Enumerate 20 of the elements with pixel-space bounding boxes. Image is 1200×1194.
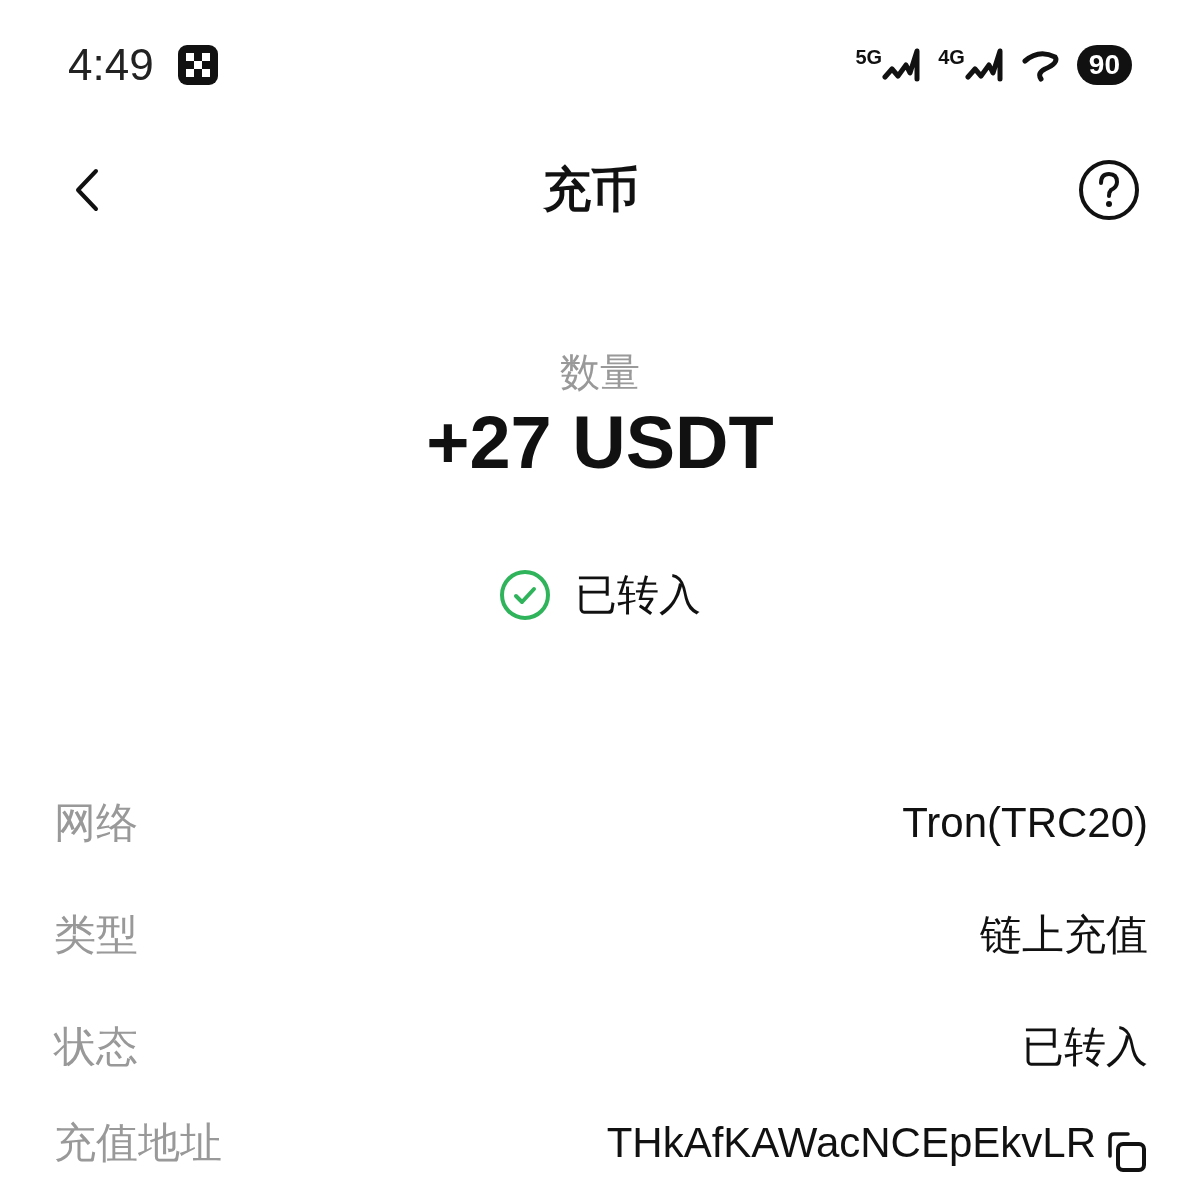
signal-icon bbox=[882, 47, 923, 83]
detail-value: Tron(TRC20) bbox=[902, 797, 1148, 848]
signal-icon bbox=[964, 47, 1005, 83]
app-logo-icon bbox=[177, 45, 218, 85]
network-label: 4G bbox=[938, 47, 965, 67]
battery-level: 90 bbox=[1076, 45, 1132, 85]
detail-value: 已转入 bbox=[1022, 1021, 1148, 1072]
clock-time: 4:49 bbox=[68, 39, 154, 91]
network-label: 5G bbox=[855, 47, 883, 67]
detail-value: THkAfKAWacNCEpEkvLR bbox=[606, 1117, 1096, 1168]
detail-label: 网络 bbox=[54, 797, 138, 848]
detail-label: 状态 bbox=[54, 1021, 138, 1072]
help-button[interactable] bbox=[1078, 159, 1140, 221]
detail-value: 链上充值 bbox=[980, 909, 1148, 960]
detail-label: 类型 bbox=[54, 909, 138, 960]
amount-label: 数量 bbox=[560, 349, 640, 396]
amount-value: +27 USDT bbox=[426, 402, 774, 484]
page-title: 充币 bbox=[543, 162, 639, 218]
status-text: 已转入 bbox=[575, 570, 701, 621]
detail-label: 充值地址 bbox=[54, 1117, 222, 1168]
